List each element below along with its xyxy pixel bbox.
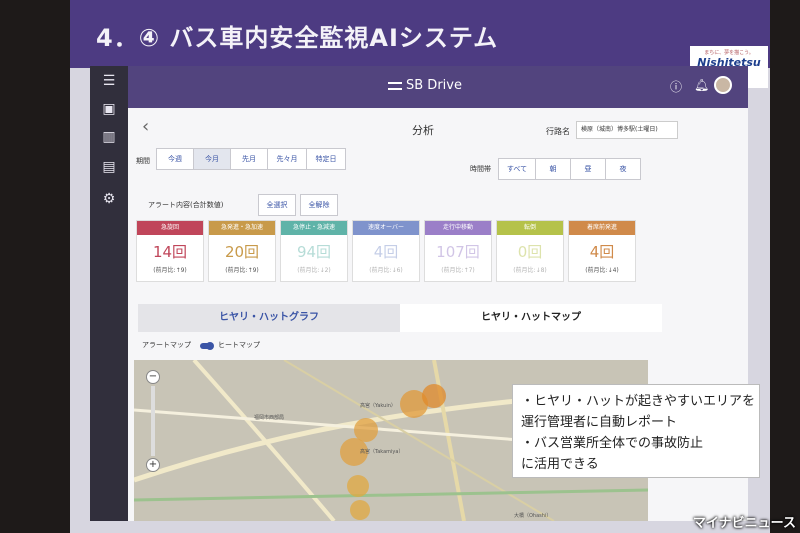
time-band-night[interactable]: 夜 xyxy=(605,158,641,180)
logo-tagline: まちに、夢を描こう。 xyxy=(704,50,754,56)
select-all-button[interactable]: 全選択 xyxy=(258,194,296,216)
alert-map-label: アラートマップ xyxy=(142,341,191,349)
slide-title: 4．④ バス車内安全監視AIシステム xyxy=(96,24,499,52)
time-band-noon[interactable]: 昼 xyxy=(570,158,606,180)
period-selector: 今週 今月 先月 先々月 特定日 xyxy=(156,148,346,170)
alert-card-title: 急停止・急減速 xyxy=(281,221,347,235)
alert-card-value: 107回 xyxy=(436,243,480,261)
alert-content-label: アラート内容(合計数値) xyxy=(148,201,224,209)
map-mode-switch[interactable] xyxy=(200,342,214,350)
alert-card-title: 急旋回 xyxy=(137,221,203,235)
alert-card-title: 速度オーバー xyxy=(353,221,419,235)
alert-card-delta: (前月比:↓6) xyxy=(369,267,403,274)
time-band-label: 時間帯 xyxy=(470,165,491,173)
alert-card-delta: (前月比:↑9) xyxy=(153,267,187,274)
map-zoom-control: − + xyxy=(146,370,160,472)
settings-icon[interactable]: ⚙ xyxy=(99,190,119,208)
alert-card-value: 94回 xyxy=(296,243,332,261)
tab-near-miss-map[interactable]: ヒヤリ・ハットマップ xyxy=(400,304,662,332)
alert-card[interactable]: 走行中移動 107回 (前月比:↑7) xyxy=(424,220,492,282)
bar-chart-icon[interactable]: ▥ xyxy=(99,128,119,146)
alert-card-value: 0回 xyxy=(517,243,543,261)
time-band-all[interactable]: すべて xyxy=(498,158,536,180)
period-specific-date[interactable]: 特定日 xyxy=(306,148,346,170)
map-label: 福岡市西部局 xyxy=(254,415,285,421)
slide-header: 4．④ バス車内安全監視AIシステム xyxy=(70,0,770,68)
alert-cards: 急旋回 14回 (前月比:↑9) 急発進・急加速 20回 (前月比:↑9) 急停止・急減速 9… xyxy=(136,220,636,282)
map-label: 高宮（Yakuin） xyxy=(360,403,396,409)
period-this-week[interactable]: 今週 xyxy=(156,148,194,170)
clear-all-button[interactable]: 全解除 xyxy=(300,194,338,216)
callout-line: に活用できる xyxy=(521,457,599,472)
alert-card-title: 着席前発進 xyxy=(569,221,635,235)
back-icon[interactable]: ‹ xyxy=(142,116,149,137)
zoom-slider[interactable] xyxy=(151,386,155,456)
alert-card-value: 4回 xyxy=(589,243,615,261)
alert-card-delta: (前月比:↓4) xyxy=(585,267,619,274)
alert-card-delta: (前月比:↑7) xyxy=(441,267,475,274)
alert-card[interactable]: 急旋回 14回 (前月比:↑9) xyxy=(136,220,204,282)
heat-map-label: ヒートマップ xyxy=(218,341,260,349)
camera-alert-icon[interactable]: ▣ xyxy=(99,100,119,118)
publisher-watermark: マイナビニュース xyxy=(692,516,796,531)
callout-line: ・バス営業所全体での事故防止 xyxy=(521,436,704,451)
period-two-months-ago[interactable]: 先々月 xyxy=(267,148,307,170)
tab-near-miss-graph[interactable]: ヒヤリ・ハットグラフ xyxy=(138,304,400,332)
alert-card-delta: (前月比:↓2) xyxy=(297,267,331,274)
alert-card-value: 20回 xyxy=(224,243,260,261)
alert-card-title: 転倒 xyxy=(497,221,563,235)
zoom-in-button[interactable]: − xyxy=(146,370,160,384)
time-band-selector: すべて 朝 昼 夜 xyxy=(498,158,641,180)
brand: SB Drive xyxy=(388,78,462,93)
side-rail: ☰ ▣ ▥ ▤ ⚙ xyxy=(90,66,128,521)
user-avatar[interactable] xyxy=(714,76,732,94)
callout-line: 運行管理者に自動レポート xyxy=(521,415,678,430)
bell-icon[interactable]: 🔔︎ xyxy=(694,78,709,92)
period-this-month[interactable]: 今月 xyxy=(193,148,231,170)
alert-card-value: 14回 xyxy=(152,243,188,261)
map-label: 高宮（Takamiya） xyxy=(360,449,404,455)
switch-knob xyxy=(206,342,214,350)
report-icon[interactable]: ▤ xyxy=(99,158,119,176)
menu-icon[interactable]: ☰ xyxy=(99,72,119,90)
zoom-out-button[interactable]: + xyxy=(146,458,160,472)
alert-card-value: 4回 xyxy=(373,243,399,261)
callout-line: ・ヒヤリ・ハットが起きやすいエリアを xyxy=(521,394,756,409)
alert-card-title: 走行中移動 xyxy=(425,221,491,235)
explanation-callout: ・ヒヤリ・ハットが起きやすいエリアを 運行管理者に自動レポート ・バス営業所全体… xyxy=(512,384,760,478)
alert-card[interactable]: 着席前発進 4回 (前月比:↓4) xyxy=(568,220,636,282)
alert-card[interactable]: 急発進・急加速 20回 (前月比:↑9) xyxy=(208,220,276,282)
page-title: 分析 xyxy=(412,124,434,137)
alert-card[interactable]: 転倒 0回 (前月比:↓8) xyxy=(496,220,564,282)
app-topbar: SB Drive ⓘ 🔔︎ xyxy=(128,66,748,108)
alert-card-title: 急発進・急加速 xyxy=(209,221,275,235)
alert-card[interactable]: 急停止・急減速 94回 (前月比:↓2) xyxy=(280,220,348,282)
route-label: 行路名 xyxy=(546,127,570,136)
view-tabs: ヒヤリ・ハットグラフ ヒヤリ・ハットマップ xyxy=(128,304,748,332)
brand-logo-icon xyxy=(388,81,402,90)
map-label: 大橋（Ohashi） xyxy=(514,513,552,519)
time-band-morning[interactable]: 朝 xyxy=(535,158,571,180)
alert-card-delta: (前月比:↓8) xyxy=(513,267,547,274)
alert-select-buttons: 全選択 全解除 xyxy=(258,194,338,216)
brand-name: SB Drive xyxy=(406,78,462,93)
period-last-month[interactable]: 先月 xyxy=(230,148,268,170)
alert-card[interactable]: 速度オーバー 4回 (前月比:↓6) xyxy=(352,220,420,282)
route-select[interactable]: 検原（城南）博多駅(土曜日) xyxy=(576,121,678,139)
info-icon[interactable]: ⓘ xyxy=(670,78,682,95)
period-label: 期間 xyxy=(136,157,150,165)
alert-card-delta: (前月比:↑9) xyxy=(225,267,259,274)
